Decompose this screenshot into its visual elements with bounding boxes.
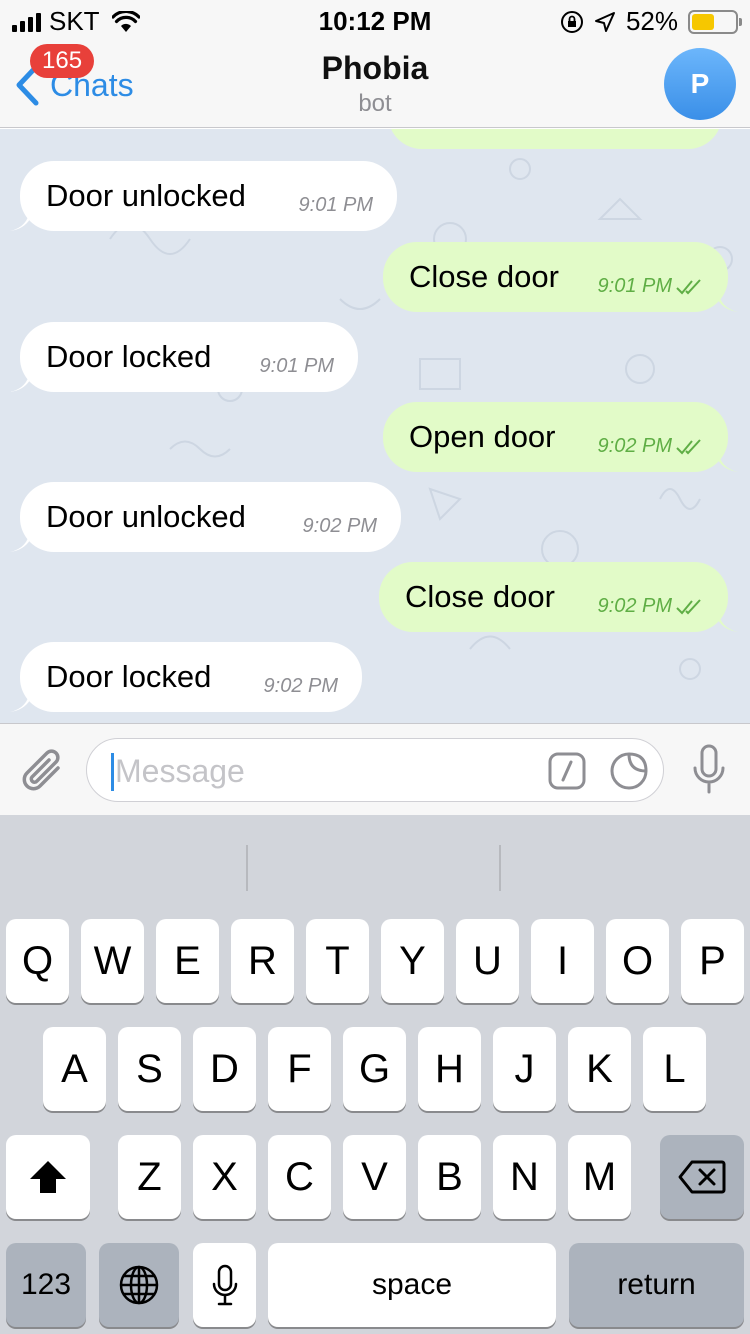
message-bubble[interactable]: Door unlocked 9:02 PM — [10, 482, 401, 552]
message-text: Door locked — [46, 339, 212, 374]
key-b[interactable]: B — [418, 1135, 481, 1219]
bubble-tail — [10, 690, 30, 712]
navigation-bar: Chats 165 Phobia bot P — [0, 40, 750, 128]
avatar[interactable]: P — [664, 48, 736, 120]
key-k[interactable]: K — [568, 1027, 631, 1111]
key-n[interactable]: N — [493, 1135, 556, 1219]
chat-title[interactable]: Phobia — [0, 50, 750, 87]
numbers-key[interactable]: 123 — [6, 1243, 86, 1327]
key-i[interactable]: I — [531, 919, 594, 1003]
message-text: Door locked — [46, 659, 212, 694]
key-p[interactable]: P — [681, 919, 744, 1003]
key-f[interactable]: F — [268, 1027, 331, 1111]
key-j[interactable]: J — [493, 1027, 556, 1111]
chat-subtitle: bot — [358, 90, 392, 117]
bubble-tail — [718, 610, 738, 632]
message-time: 9:02 PM — [598, 435, 704, 458]
battery-icon — [688, 9, 742, 34]
double-check-icon — [676, 278, 701, 294]
message-bubble[interactable]: Door locked 9:01 PM — [10, 322, 358, 392]
message-bubble-partial[interactable] — [388, 129, 722, 149]
message-bubble[interactable]: Close door 9:01 PM — [383, 242, 738, 312]
key-o[interactable]: O — [606, 919, 669, 1003]
bubble-tail — [10, 209, 30, 231]
bubble-tail — [10, 370, 30, 392]
key-u[interactable]: U — [456, 919, 519, 1003]
key-a[interactable]: A — [43, 1027, 106, 1111]
keyboard: Q W E R T Y U I O P A S D F G H J K L Z … — [0, 815, 750, 1334]
location-icon — [594, 11, 615, 32]
double-check-icon — [676, 598, 701, 614]
text-caret — [111, 753, 114, 791]
key-z[interactable]: Z — [118, 1135, 181, 1219]
key-d[interactable]: D — [193, 1027, 256, 1111]
key-r[interactable]: R — [231, 919, 294, 1003]
shift-key[interactable] — [6, 1135, 90, 1219]
key-g[interactable]: G — [343, 1027, 406, 1111]
globe-icon — [119, 1265, 159, 1305]
message-time: 9:02 PM — [263, 675, 338, 697]
key-w[interactable]: W — [81, 919, 144, 1003]
key-s[interactable]: S — [118, 1027, 181, 1111]
message-input[interactable]: Message — [86, 738, 664, 802]
key-h[interactable]: H — [418, 1027, 481, 1111]
key-y[interactable]: Y — [381, 919, 444, 1003]
message-placeholder: Message — [115, 753, 245, 789]
key-m[interactable]: M — [568, 1135, 631, 1219]
key-e[interactable]: E — [156, 919, 219, 1003]
double-check-icon — [676, 438, 701, 454]
suggestion-divider — [246, 845, 248, 891]
key-q[interactable]: Q — [6, 919, 69, 1003]
message-text: Open door — [409, 419, 556, 454]
paperclip-icon[interactable] — [20, 746, 66, 796]
bot-command-icon[interactable] — [547, 751, 587, 791]
microphone-icon — [212, 1264, 237, 1306]
key-c[interactable]: C — [268, 1135, 331, 1219]
battery-percent: 52% — [625, 6, 678, 36]
bubble-tail — [10, 530, 30, 552]
key-l[interactable]: L — [643, 1027, 706, 1111]
message-text: Door unlocked — [46, 178, 246, 213]
message-time: 9:01 PM — [298, 194, 373, 216]
composer-bar: Message — [0, 723, 750, 815]
bubble-tail — [718, 450, 738, 472]
orientation-lock-icon — [560, 10, 583, 33]
globe-key[interactable] — [99, 1243, 179, 1327]
delete-key[interactable] — [660, 1135, 744, 1219]
suggestion-divider — [499, 845, 501, 891]
key-x[interactable]: X — [193, 1135, 256, 1219]
battery-fill — [692, 13, 714, 30]
message-text: Door unlocked — [46, 499, 246, 534]
message-time: 9:01 PM — [259, 355, 334, 377]
message-time: 9:02 PM — [598, 595, 704, 618]
backspace-icon — [678, 1160, 726, 1194]
message-time: 9:02 PM — [302, 515, 377, 537]
microphone-icon[interactable] — [692, 744, 726, 796]
bubble-tail — [718, 290, 738, 312]
sticker-icon[interactable] — [609, 751, 649, 791]
message-bubble[interactable]: Close door 9:02 PM — [379, 562, 738, 632]
return-key[interactable]: return — [569, 1243, 744, 1327]
status-bar: SKT 10:12 PM 52% — [0, 0, 750, 40]
message-time: 9:01 PM — [598, 275, 704, 298]
message-text: Close door — [405, 579, 555, 614]
message-text: Close door — [409, 259, 559, 294]
message-bubble[interactable]: Door locked 9:02 PM — [10, 642, 362, 712]
message-list[interactable]: Door unlocked 9:01 PM Close door 9:01 PM… — [0, 129, 750, 723]
space-key[interactable]: space — [268, 1243, 556, 1327]
shift-icon — [30, 1161, 66, 1193]
key-v[interactable]: V — [343, 1135, 406, 1219]
key-t[interactable]: T — [306, 919, 369, 1003]
message-bubble[interactable]: Open door 9:02 PM — [383, 402, 738, 472]
dictation-key[interactable] — [193, 1243, 256, 1327]
message-bubble[interactable]: Door unlocked 9:01 PM — [10, 161, 397, 231]
